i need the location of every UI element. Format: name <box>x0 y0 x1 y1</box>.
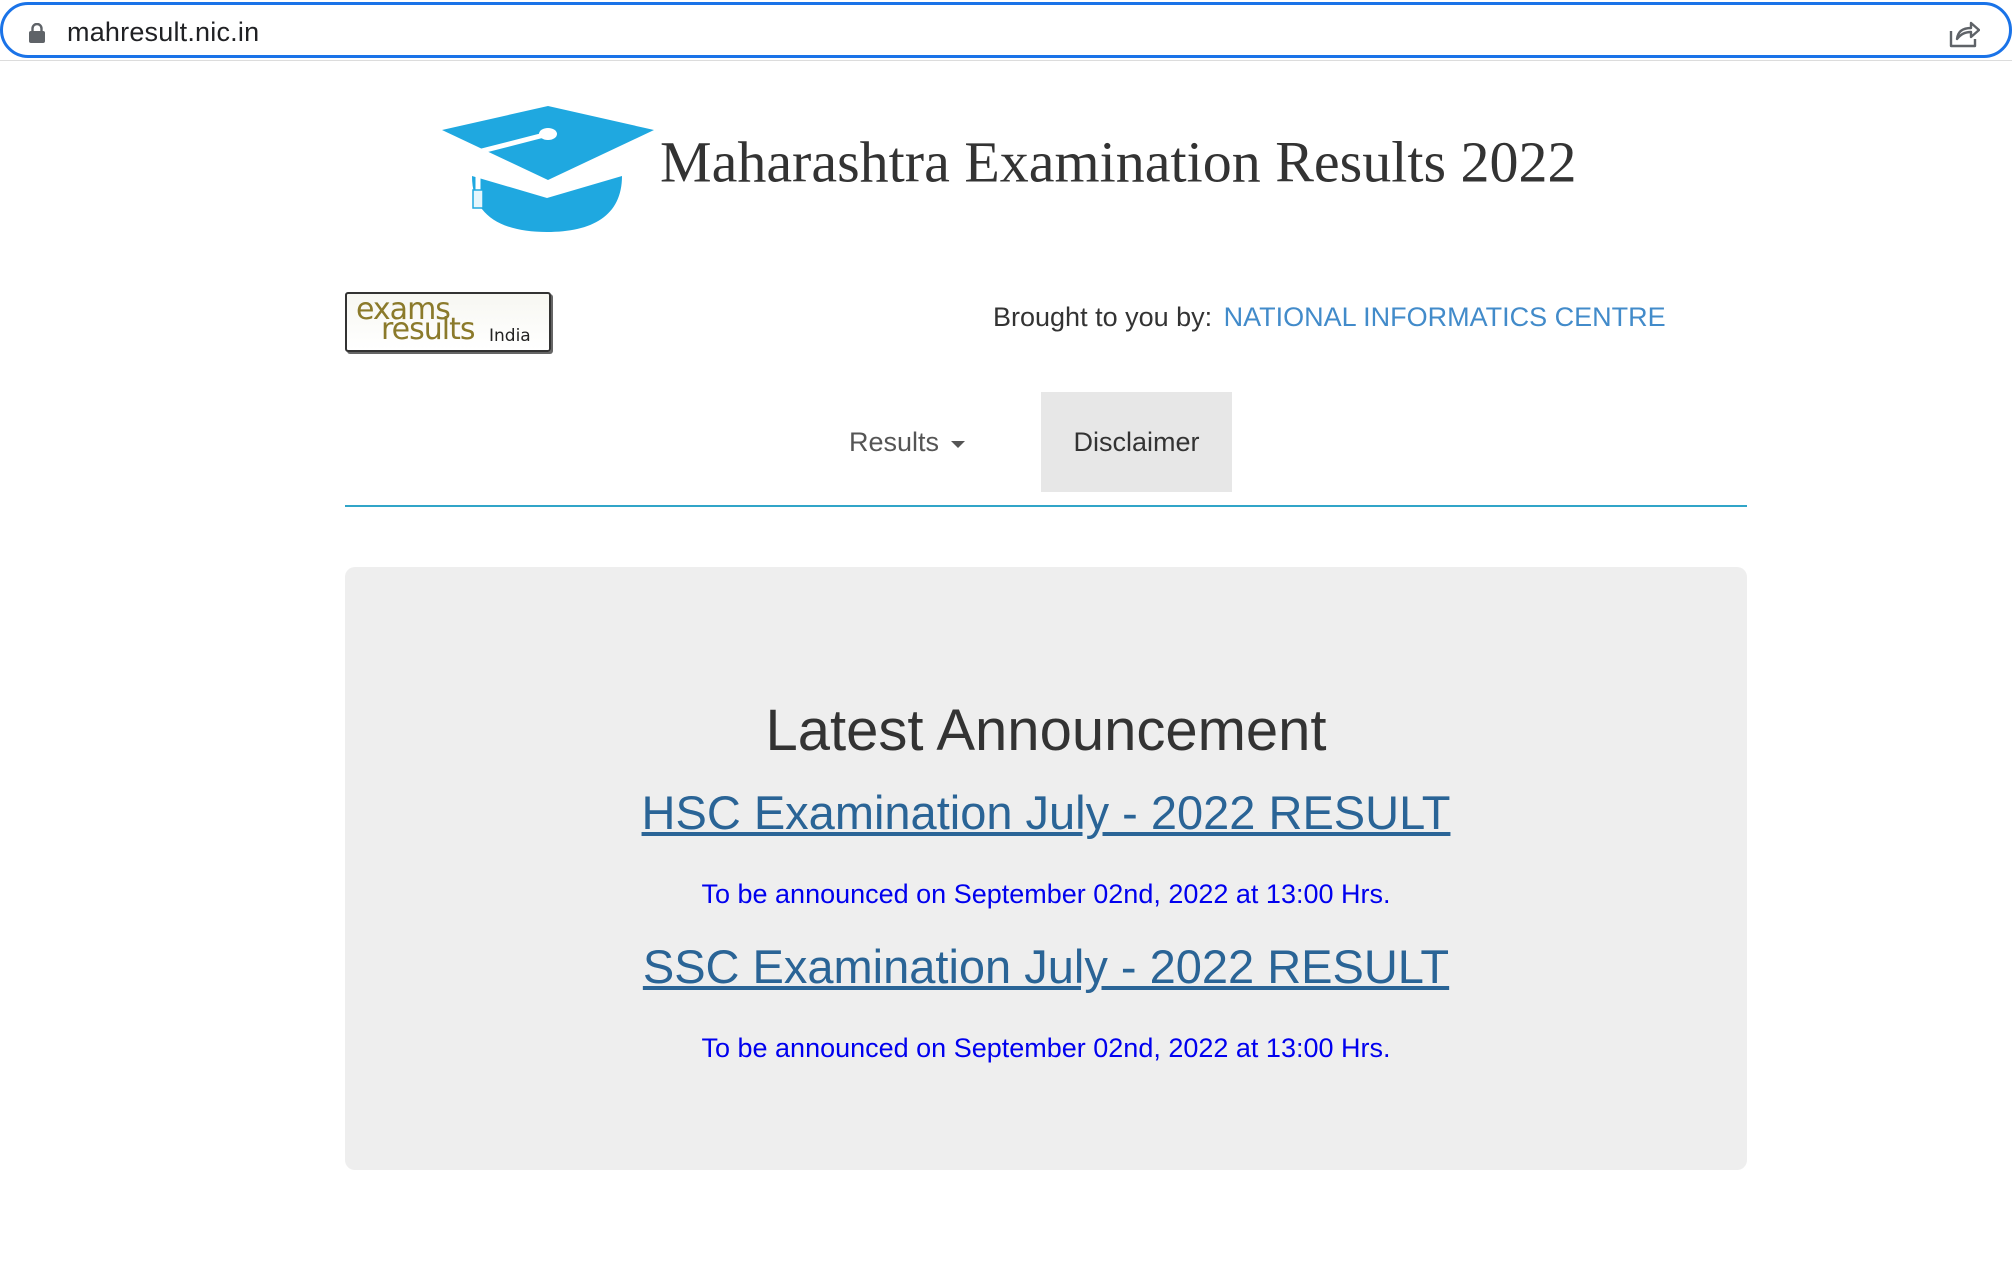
nav-results-label: Results <box>848 426 940 457</box>
nav-results-dropdown[interactable]: Results <box>812 392 1002 492</box>
nav-disclaimer-label: Disclaimer <box>1073 426 1200 457</box>
url-text[interactable]: mahresult.nic.in <box>67 17 259 48</box>
lock-icon[interactable] <box>28 23 46 43</box>
announcement-panel: Latest Announcement HSC Examination July… <box>345 567 1747 1170</box>
logo-text-results: results <box>381 312 476 347</box>
hsc-result-note: To be announced on September 02nd, 2022 … <box>701 879 1391 909</box>
share-icon[interactable] <box>1948 19 1980 49</box>
hsc-result-link[interactable]: HSC Examination July - 2022 RESULT <box>345 785 1747 840</box>
announcement-title: Latest Announcement <box>765 698 1327 763</box>
browser-toolbar: mahresult.nic.in <box>0 0 2012 61</box>
page-content: Maharashtra Examination Results 2022 exa… <box>0 62 2012 1287</box>
graduation-cap-icon <box>442 106 654 232</box>
ssc-result-link[interactable]: SSC Examination July - 2022 RESULT <box>345 939 1747 994</box>
site-header: Maharashtra Examination Results 2022 <box>440 106 1700 236</box>
nav-disclaimer[interactable]: Disclaimer <box>1041 392 1232 492</box>
caret-down-icon <box>951 440 966 448</box>
brand-row: exams results India Brought to you by: N… <box>345 292 1745 356</box>
brought-by-text: Brought to you by: NATIONAL INFORMATICS … <box>993 302 1666 333</box>
address-bar[interactable]: mahresult.nic.in <box>0 2 2012 58</box>
site-title: Maharashtra Examination Results 2022 <box>660 129 1577 195</box>
logo-text-india: India <box>489 326 531 346</box>
ssc-result-note: To be announced on September 02nd, 2022 … <box>701 1033 1391 1063</box>
nic-link[interactable]: NATIONAL INFORMATICS CENTRE <box>1224 302 1666 332</box>
main-nav: Results Disclaimer <box>345 392 1747 507</box>
brought-by-label: Brought to you by: <box>993 302 1213 332</box>
exams-results-logo[interactable]: exams results India <box>345 292 551 352</box>
